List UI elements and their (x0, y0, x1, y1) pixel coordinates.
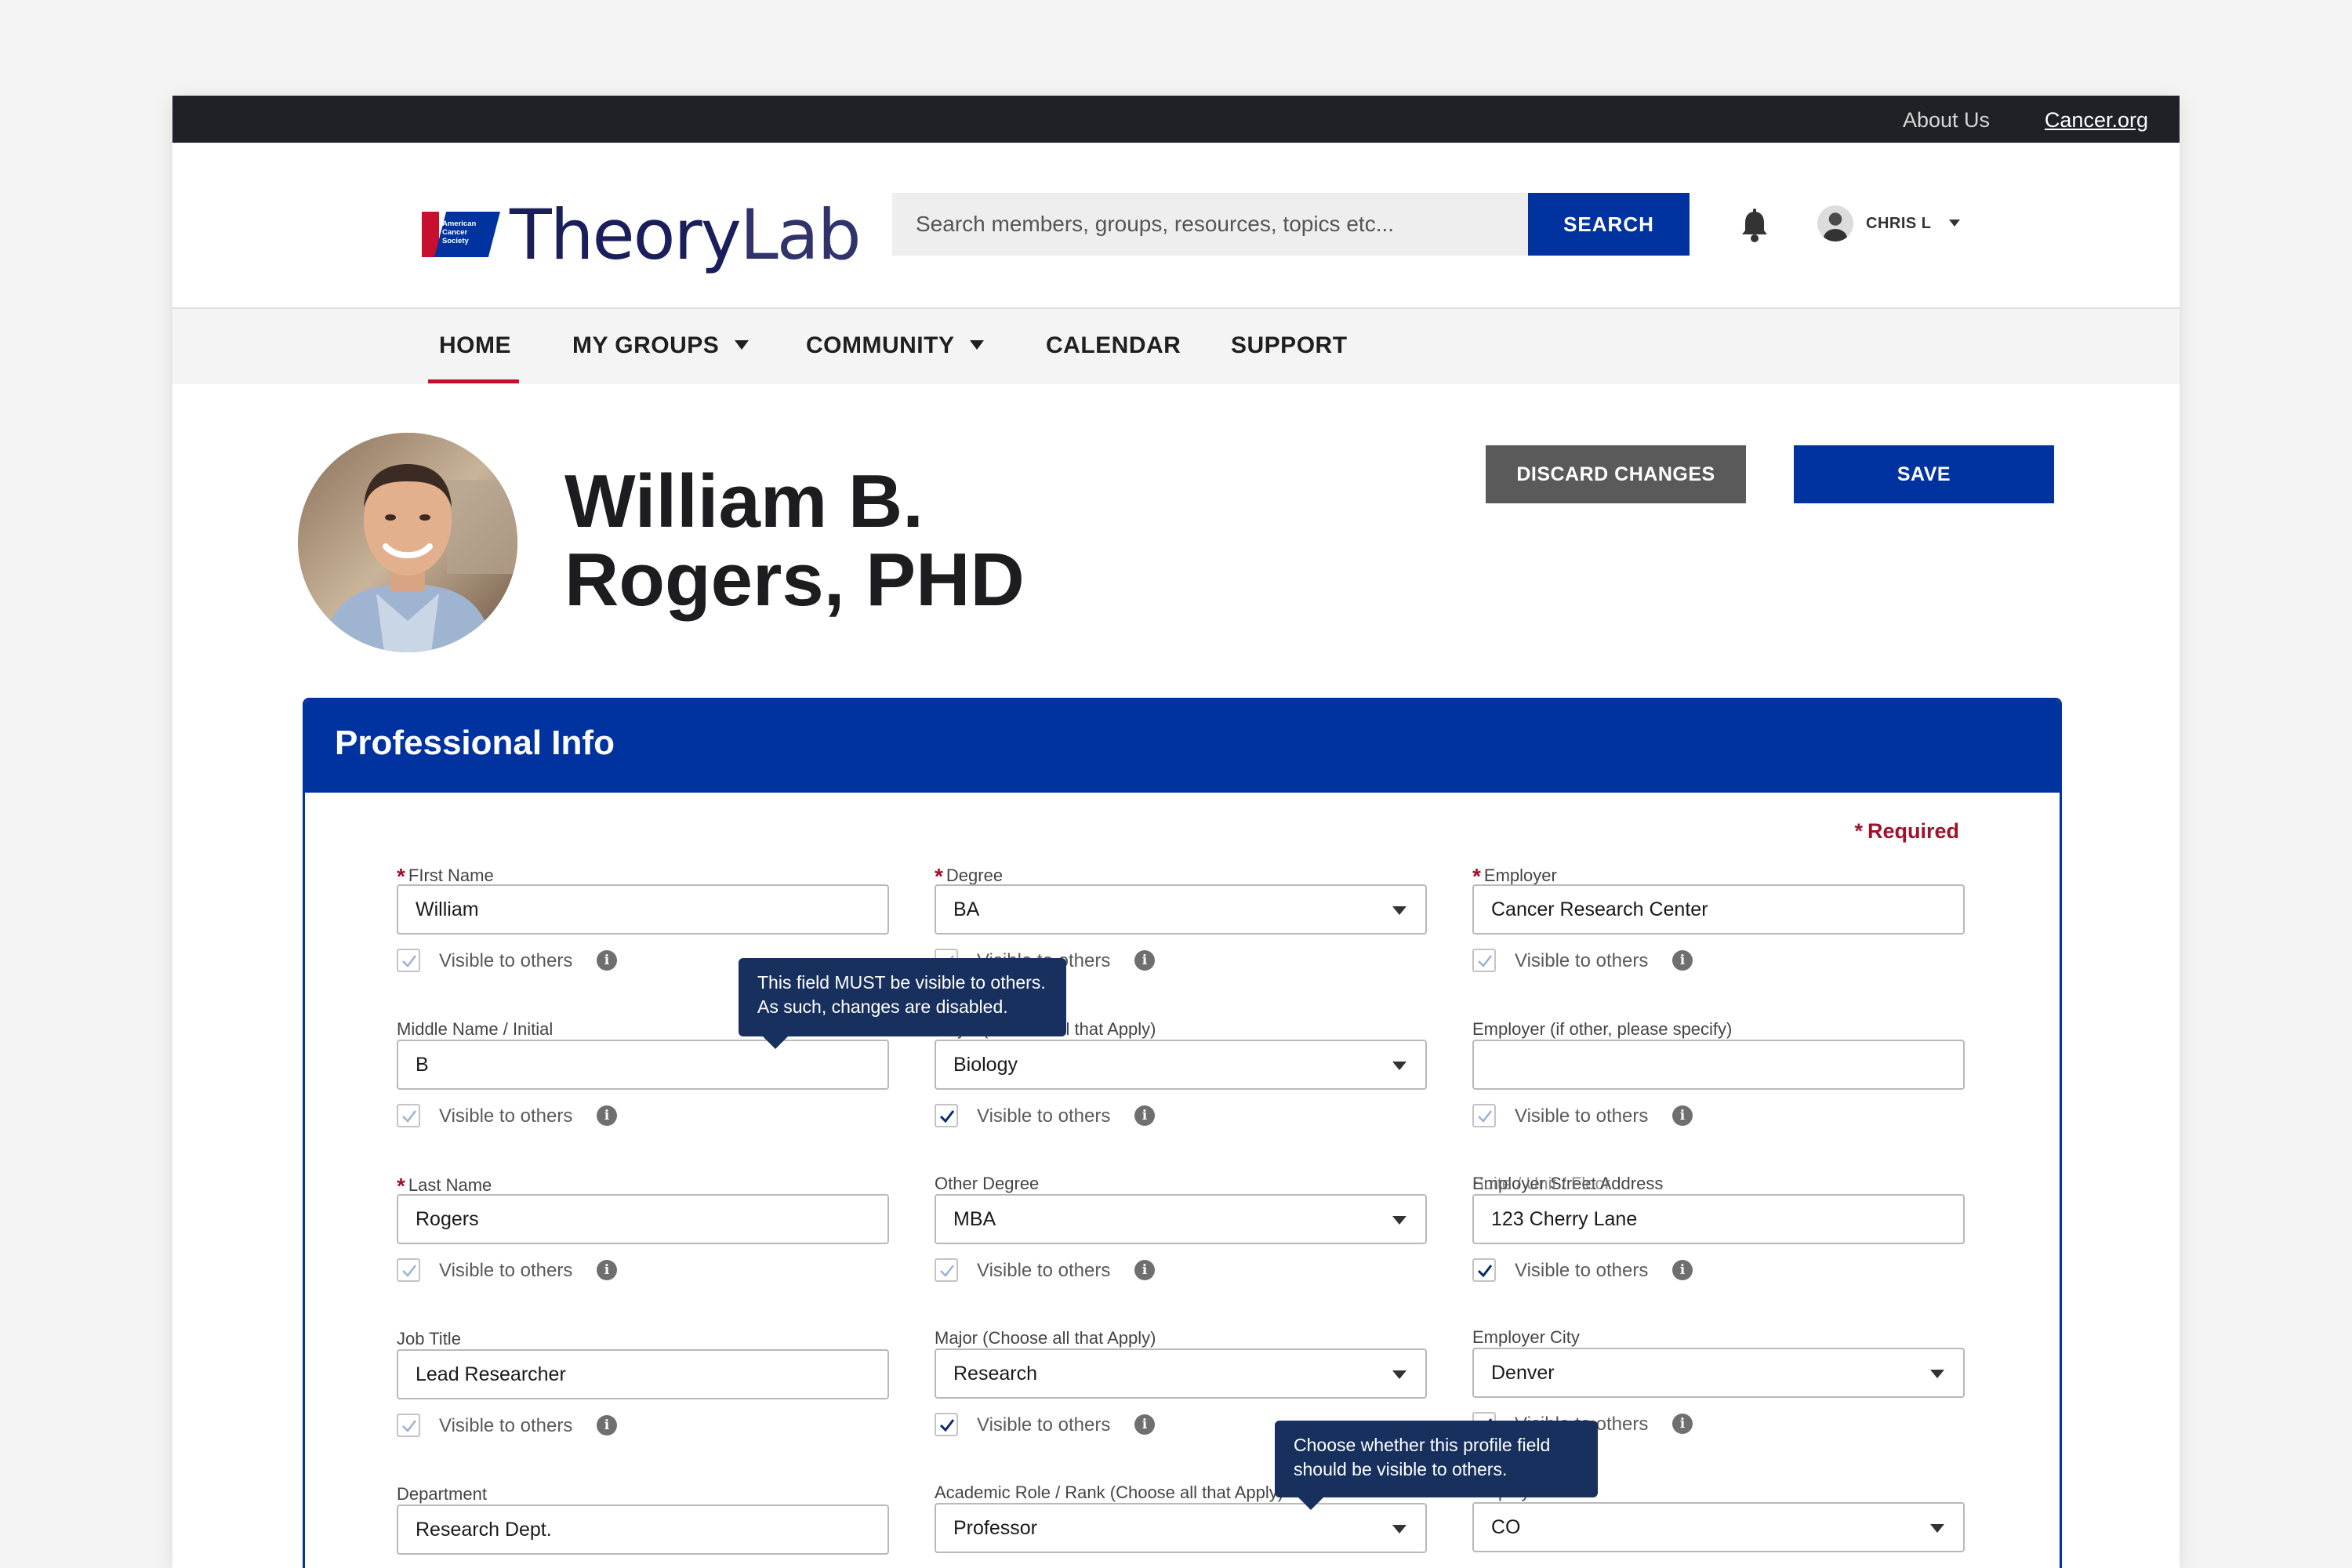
job-title-input[interactable]: Lead Researcher (397, 1349, 889, 1399)
utility-bar: About Us Cancer.org (172, 96, 2180, 143)
main-nav: HOME MY GROUPS COMMUNITY CALENDAR SUPPOR… (172, 307, 2180, 384)
cancer-org-link[interactable]: Cancer.org (2045, 108, 2148, 132)
field-label: Department (397, 1484, 487, 1504)
visible-checkbox (397, 1258, 420, 1282)
chevron-down-icon (1392, 1216, 1406, 1225)
acs-logo-icon: American Cancer Society (422, 212, 500, 257)
employer-city-select[interactable]: Denver (1472, 1348, 1965, 1398)
user-name: CHRIS L (1866, 215, 1932, 232)
chevron-down-icon (1392, 1062, 1406, 1070)
visible-checkbox[interactable] (1472, 949, 1496, 972)
discard-changes-button[interactable]: DISCARD CHANGES (1486, 445, 1746, 503)
visibility-toggle: Visible to others i (397, 947, 710, 974)
theorylab-logo[interactable]: American Cancer Society TheoryLab ™ (422, 191, 1108, 274)
chevron-down-icon (970, 340, 985, 350)
visibility-toggle: Visible to others i (397, 1412, 710, 1439)
info-icon[interactable]: i (1672, 1105, 1693, 1126)
chevron-down-icon (1930, 1370, 1944, 1378)
nav-calendar[interactable]: CALENDAR (1046, 332, 1181, 359)
chevron-down-icon (1392, 906, 1406, 915)
field-label: Employer City (1472, 1327, 1580, 1347)
info-icon[interactable]: i (1134, 1105, 1155, 1126)
visibility-toggle[interactable]: Visible to others i (935, 1411, 1248, 1438)
field-label: Major (Choose all that Apply) (935, 1328, 1156, 1348)
chevron-down-icon (735, 340, 750, 350)
tooltip-choose-visible: Choose whether this profile field should… (1275, 1421, 1598, 1510)
employer-input[interactable]: Cancer Research Center (1472, 884, 1965, 935)
section-title: Professional Info (335, 724, 615, 762)
middle-name-input[interactable]: B (397, 1040, 889, 1090)
visibility-toggle[interactable]: Visible to others i (1472, 1102, 1786, 1129)
search-button[interactable]: SEARCH (1528, 193, 1690, 256)
field-label: Employer (if other, please specify) (1472, 1019, 1733, 1039)
profile-photo (298, 433, 517, 652)
visible-checkbox (397, 1414, 420, 1437)
info-icon[interactable]: i (597, 1260, 617, 1280)
info-icon[interactable]: i (1134, 1414, 1155, 1435)
visible-checkbox[interactable] (935, 1413, 958, 1436)
info-icon[interactable]: i (1134, 950, 1155, 971)
user-menu[interactable]: CHRIS L (1817, 201, 1974, 248)
info-icon[interactable]: i (597, 1105, 617, 1126)
academic-role-select[interactable]: Professor (935, 1503, 1427, 1553)
info-icon[interactable]: i (1134, 1260, 1155, 1280)
visibility-toggle[interactable]: Visible to others i (1472, 947, 1786, 974)
nav-home[interactable]: HOME (439, 332, 511, 359)
visibility-toggle[interactable]: Visible to others i (935, 1102, 1248, 1129)
visibility-toggle[interactable]: Visible to others i (935, 1257, 1248, 1283)
visible-checkbox (397, 1104, 420, 1127)
save-button[interactable]: SAVE (1794, 445, 2054, 503)
other-degree-select[interactable]: MBA (935, 1194, 1427, 1244)
major-research-select[interactable]: Research (935, 1348, 1427, 1399)
search-input[interactable] (892, 193, 1531, 256)
active-tab-indicator (428, 379, 519, 383)
logo-wordmark: TheoryLab (510, 194, 862, 275)
search-bar: SEARCH (892, 193, 1690, 256)
first-name-input[interactable]: William (397, 884, 889, 935)
chevron-down-icon (1392, 1525, 1406, 1534)
field-label: Academic Role / Rank (Choose all that Ap… (935, 1483, 1284, 1502)
nav-support[interactable]: SUPPORT (1231, 332, 1348, 359)
major-select[interactable]: Biology (935, 1040, 1427, 1090)
info-icon[interactable]: i (1672, 1260, 1693, 1280)
field-label: Other Degree (935, 1174, 1040, 1193)
visible-checkbox[interactable] (935, 1258, 958, 1282)
nav-community[interactable]: COMMUNITY (806, 332, 985, 359)
employer-state-select[interactable]: CO (1472, 1502, 1965, 1552)
visibility-toggle: Visible to others i (397, 1257, 710, 1283)
employer-street-input[interactable]: 123 Cherry Lane (1472, 1194, 1965, 1244)
nav-my-groups[interactable]: MY GROUPS (572, 332, 750, 359)
field-label: Middle Name / Initial (397, 1019, 554, 1039)
visibility-toggle: Visible to others i (397, 1102, 710, 1129)
required-note: * Required (1854, 819, 1959, 843)
last-name-input[interactable]: Rogers (397, 1194, 889, 1244)
app-frame: About Us Cancer.org American Cancer Soci… (172, 96, 2180, 1568)
visible-checkbox[interactable] (1472, 1258, 1496, 1282)
chevron-down-icon (1392, 1370, 1406, 1379)
bell-icon[interactable] (1739, 209, 1770, 243)
overlapping-label: Suite / Unit / Floor (1472, 1174, 1611, 1193)
department-input[interactable]: Research Dept. (397, 1504, 889, 1555)
profile-name: William B. Rogers, PHD (564, 459, 1025, 622)
chevron-down-icon (1930, 1524, 1944, 1533)
visible-checkbox[interactable] (1472, 1104, 1496, 1127)
visible-checkbox[interactable] (935, 1104, 958, 1127)
degree-select[interactable]: BA (935, 884, 1427, 935)
avatar (1817, 205, 1853, 241)
about-us-link[interactable]: About Us (1903, 108, 1990, 132)
visibility-toggle[interactable]: Visible to others i (1472, 1257, 1786, 1283)
tooltip-must-visible: This field MUST be visible to others. As… (739, 958, 1066, 1049)
section-header: Professional Info (305, 700, 2060, 793)
chevron-down-icon (1949, 220, 1960, 227)
info-icon[interactable]: i (1672, 1414, 1693, 1434)
field-label: Job Title (397, 1329, 461, 1348)
info-icon[interactable]: i (1672, 950, 1693, 971)
employer-other-input[interactable] (1472, 1040, 1965, 1090)
info-icon[interactable]: i (597, 950, 617, 971)
visible-checkbox (397, 949, 420, 972)
info-icon[interactable]: i (597, 1415, 617, 1436)
